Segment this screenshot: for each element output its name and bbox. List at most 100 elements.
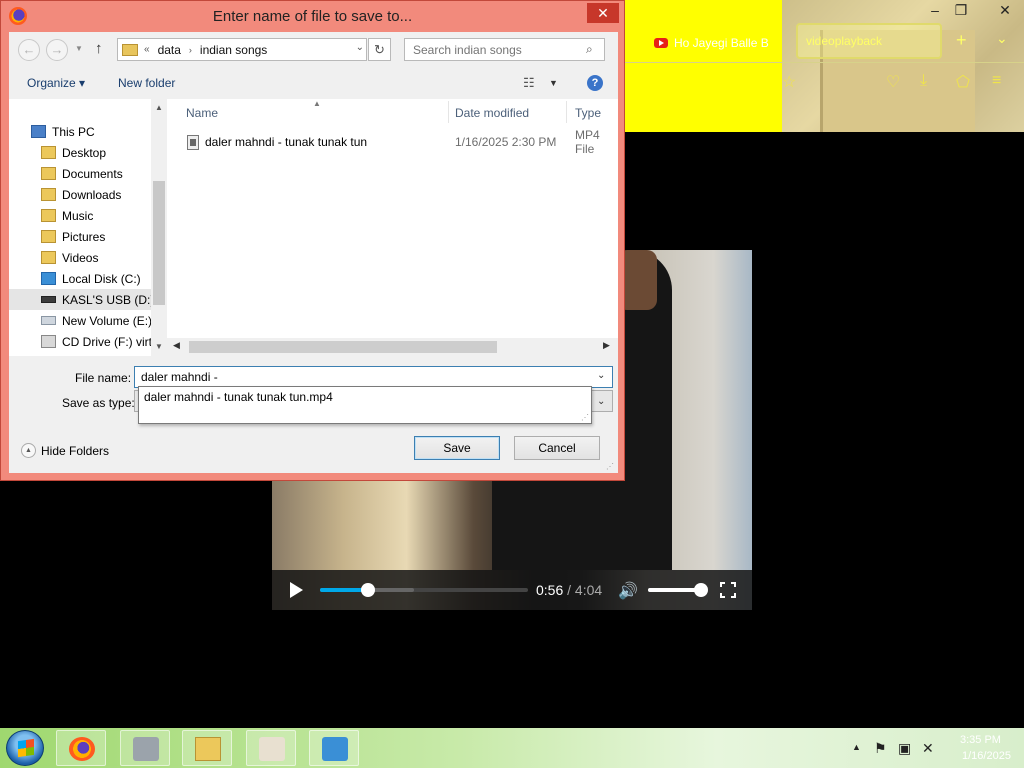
view-dropdown[interactable]: ▼ xyxy=(549,78,558,88)
taskbar-network[interactable] xyxy=(309,730,359,766)
scroll-right-icon[interactable]: ▶ xyxy=(603,340,610,351)
filename-input[interactable] xyxy=(134,366,613,388)
play-icon[interactable] xyxy=(290,582,303,598)
refresh-button[interactable]: ↻ xyxy=(368,38,391,61)
extensions-icon[interactable]: ⬠ xyxy=(956,72,970,92)
taskbar-java[interactable] xyxy=(246,730,296,766)
taskbar-file-explorer[interactable] xyxy=(182,730,232,766)
volume-muted-icon[interactable]: ✕ xyxy=(922,740,934,757)
scroll-up-icon[interactable]: ▲ xyxy=(155,103,163,112)
new-folder-button[interactable]: New folder xyxy=(118,76,175,90)
nav-item-music[interactable]: Music xyxy=(9,205,151,226)
dialog-title: Enter name of file to save to... xyxy=(212,8,413,25)
start-button[interactable] xyxy=(6,730,44,766)
seek-handle[interactable] xyxy=(360,583,375,597)
nav-item-this-pc[interactable]: This PC xyxy=(9,121,151,142)
nav-item-label: Documents xyxy=(62,166,123,181)
dialog-close-button[interactable]: ✕ xyxy=(587,3,619,23)
menu-icon[interactable]: ≡ xyxy=(992,72,1001,90)
network-status-icon[interactable]: ▣ xyxy=(898,740,911,757)
collapse-up-icon: ▲ xyxy=(21,443,36,458)
breadcrumb-indian-songs[interactable]: indian songs xyxy=(200,43,267,57)
address-dropdown[interactable]: ⌄ xyxy=(356,42,364,53)
pocket-icon[interactable]: ♡ xyxy=(886,72,900,92)
tab-videoplayback[interactable]: videoplayback xyxy=(796,23,942,59)
nav-item-documents[interactable]: Documents xyxy=(9,163,151,184)
new-tab-button[interactable]: + xyxy=(956,30,967,51)
column-header-type[interactable]: Type xyxy=(575,106,601,120)
nav-item-videos[interactable]: Videos xyxy=(9,247,151,268)
column-separator[interactable] xyxy=(448,101,449,123)
cd-drive-icon xyxy=(41,335,56,348)
save-file-dialog: Enter name of file to save to... ✕ ← → ▼… xyxy=(0,0,625,481)
clock-date[interactable]: 1/16/2025 xyxy=(962,750,1011,762)
nav-item-usb-d[interactable]: KASL'S USB (D:) xyxy=(9,289,151,310)
recent-locations-dropdown[interactable]: ▼ xyxy=(75,44,83,53)
help-icon[interactable]: ? xyxy=(587,75,603,91)
save-as-type-dropdown-icon[interactable]: ⌄ xyxy=(597,396,605,407)
search-icon[interactable]: ⌕ xyxy=(586,42,593,57)
fullscreen-icon[interactable] xyxy=(720,582,736,598)
taskbar-firefox[interactable] xyxy=(56,730,106,766)
organize-button[interactable]: Organize ▾ xyxy=(27,76,85,90)
nav-item-desktop[interactable]: Desktop xyxy=(9,142,151,163)
scroll-down-icon[interactable]: ▼ xyxy=(155,342,163,351)
column-separator[interactable] xyxy=(566,101,567,123)
dialog-titlebar[interactable]: Enter name of file to save to... ✕ xyxy=(1,1,624,32)
breadcrumb-separator[interactable]: › xyxy=(189,45,192,55)
download-icon[interactable]: ⤓ xyxy=(920,72,927,90)
autocomplete-suggestion[interactable]: daler mahndi - tunak tunak tun.mp4 xyxy=(144,390,333,404)
volume-level xyxy=(648,588,702,592)
address-bar[interactable]: « data › indian songs ⌄ xyxy=(117,38,367,61)
forward-button[interactable]: → xyxy=(46,39,68,61)
computer-icon xyxy=(31,125,46,138)
nav-item-label: Music xyxy=(62,208,94,223)
volume-handle[interactable] xyxy=(694,583,709,597)
bookmark-star-icon[interactable]: ☆ xyxy=(782,72,796,92)
clock-time[interactable]: 3:35 PM xyxy=(960,734,1001,746)
nav-item-new-volume-e[interactable]: New Volume (E:) xyxy=(9,310,151,331)
action-center-flag-icon[interactable]: ⚑ xyxy=(874,740,887,757)
nav-item-label: New Volume (E:) xyxy=(62,313,151,328)
tab-list-button[interactable]: ⌄ xyxy=(996,30,1008,47)
volume-icon[interactable]: 🔊 xyxy=(618,581,638,601)
nav-item-local-disk-c[interactable]: Local Disk (C:) xyxy=(9,268,151,289)
resize-grip-icon[interactable]: ⋰ xyxy=(581,413,589,422)
seek-bar[interactable] xyxy=(320,583,528,597)
dialog-resize-grip-icon[interactable]: ⋰ xyxy=(606,462,614,471)
up-folder-button[interactable]: ↑ xyxy=(95,40,103,57)
horizontal-scrollbar[interactable]: ◀ ▶ xyxy=(167,338,618,356)
taskbar: ▲ ⚑ ▣ ✕ 3:35 PM 1/16/2025 xyxy=(0,728,1024,768)
close-window-button[interactable]: ✕ xyxy=(990,0,1020,22)
column-header-name[interactable]: Name xyxy=(186,106,218,120)
tab-youtube[interactable]: Ho Jayegi Balle B xyxy=(648,30,788,56)
hide-folders-button[interactable]: ▲ Hide Folders xyxy=(21,443,109,458)
scroll-left-icon[interactable]: ◀ xyxy=(173,340,180,351)
volume-slider[interactable] xyxy=(648,583,709,597)
back-button[interactable]: ← xyxy=(18,39,40,61)
taskbar-printer[interactable] xyxy=(120,730,170,766)
breadcrumb-overflow[interactable]: « xyxy=(144,44,150,55)
file-row[interactable]: daler mahndi - tunak tunak tun 1/16/2025… xyxy=(187,128,618,156)
breadcrumb-data[interactable]: data xyxy=(158,43,181,57)
nav-item-label: Videos xyxy=(62,250,99,265)
save-button[interactable]: Save xyxy=(414,436,500,460)
show-hidden-icons[interactable]: ▲ xyxy=(852,742,861,752)
search-input[interactable] xyxy=(404,38,605,61)
time-total: / 4:04 xyxy=(563,582,602,598)
filename-dropdown-icon[interactable]: ⌄ xyxy=(597,370,605,381)
navigation-pane: This PC Desktop Documents Downloads Musi… xyxy=(9,99,167,356)
column-header-date-modified[interactable]: Date modified xyxy=(455,106,529,120)
view-options-icon[interactable]: ☷ xyxy=(523,75,535,91)
nav-item-cd-drive-f[interactable]: CD Drive (F:) virti xyxy=(9,331,151,352)
file-date: 1/16/2025 2:30 PM xyxy=(455,135,557,149)
horizontal-scroll-thumb[interactable] xyxy=(189,341,497,353)
nav-item-pictures[interactable]: Pictures xyxy=(9,226,151,247)
cancel-button[interactable]: Cancel xyxy=(514,436,600,460)
nav-item-downloads[interactable]: Downloads xyxy=(9,184,151,205)
nav-scroll-thumb[interactable] xyxy=(153,181,165,305)
sort-ascending-icon: ▲ xyxy=(313,99,321,108)
java-icon xyxy=(259,737,285,761)
nav-pane-scrollbar[interactable]: ▲ ▼ xyxy=(151,99,167,356)
maximize-button[interactable]: ❐ xyxy=(946,0,976,22)
